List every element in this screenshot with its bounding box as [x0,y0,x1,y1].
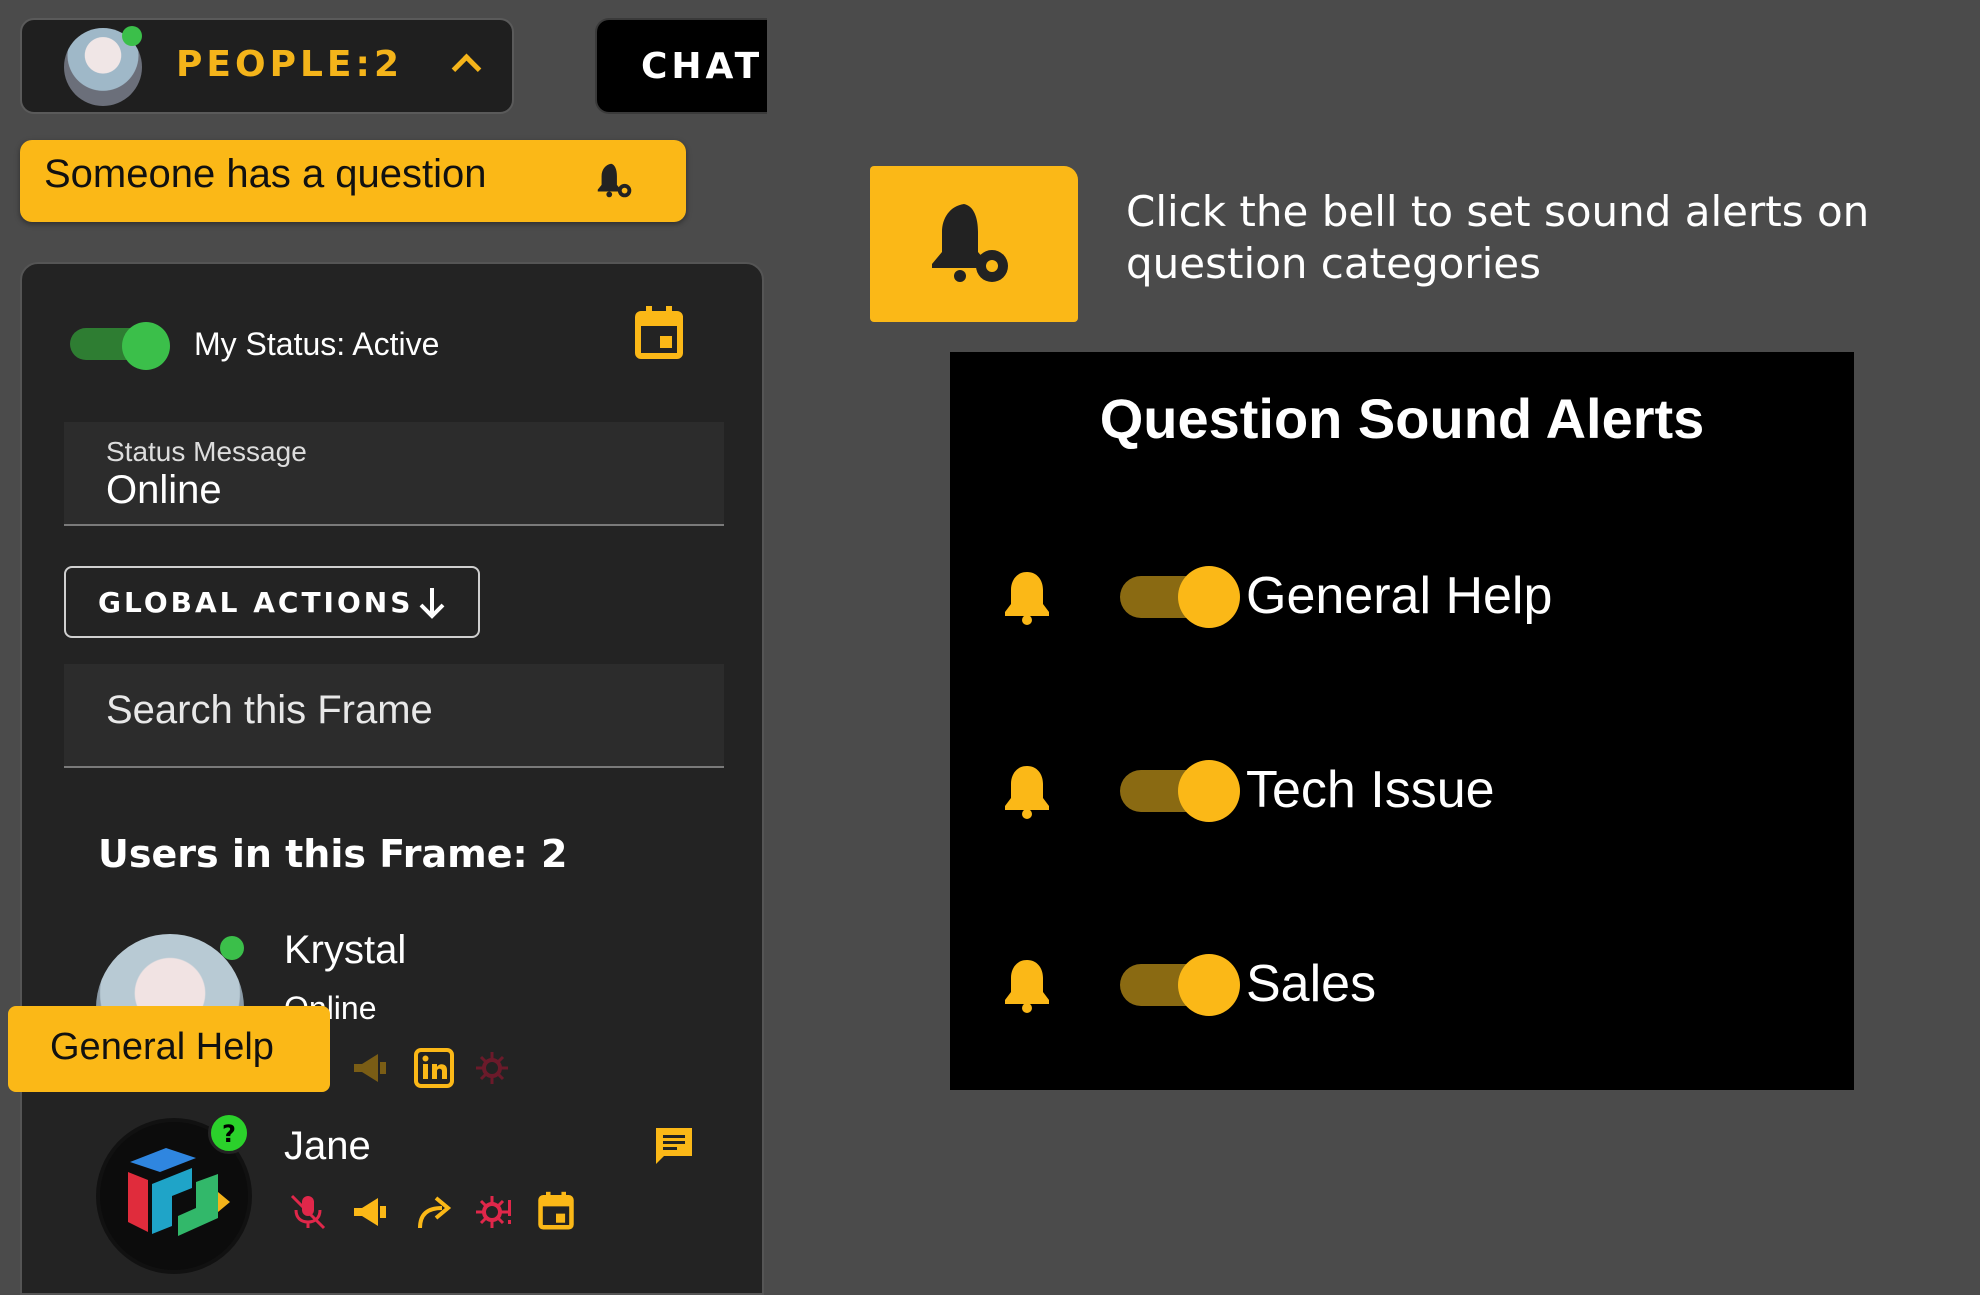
alert-toggle[interactable] [1120,566,1240,628]
question-badge: ? [208,1112,250,1154]
toggle-knob [1178,566,1240,628]
virus-icon[interactable] [474,1048,514,1088]
bell-settings-icon[interactable] [592,158,638,204]
chat-label: CHAT [641,46,764,87]
alert-label: Tech Issue [1246,761,1495,819]
status-label: My Status: Active [194,326,440,362]
toggle-knob [122,322,170,370]
status-message-value: Online [106,468,222,512]
question-badge-text: ? [222,1120,236,1148]
online-indicator [122,26,142,46]
user-name[interactable]: Jane [284,1124,371,1169]
search-placeholder: Search this Frame [106,688,433,732]
linkedin-icon[interactable] [414,1048,454,1088]
question-alert-banner[interactable]: Someone has a question [20,140,686,222]
alert-label: General Help [1246,567,1553,625]
chat-tab[interactable]: CHAT [595,18,767,114]
mic-off-icon[interactable] [288,1192,328,1232]
bell-icon[interactable] [1002,956,1052,1014]
alerts-title: Question Sound Alerts [1099,387,1705,450]
bell-icon[interactable] [1002,568,1052,626]
people-count: 2 [374,44,400,85]
status-message-label: Status Message [106,436,307,467]
bell-icon[interactable] [1002,762,1052,820]
global-actions-button[interactable]: GLOBAL ACTIONS [64,566,480,638]
alert-toggle[interactable] [1120,954,1240,1016]
chat-icon[interactable] [652,1124,696,1168]
arrow-down-icon [419,588,445,619]
alert-label: Sales [1246,955,1377,1013]
virus-icon[interactable] [474,1192,514,1232]
share-forward-icon[interactable] [414,1192,454,1232]
search-input[interactable]: Search this Frame [64,664,724,768]
question-category-label: General Help [50,1026,274,1068]
status-message-field[interactable]: Status Message Online [64,422,724,526]
alert-row-sales: Sales [950,946,1854,1026]
people-label: PEOPLE: [176,44,374,85]
chevron-up-icon [451,53,482,84]
toggle-knob [1178,954,1240,1016]
question-alert-text: Someone has a question [44,152,487,196]
megaphone-icon[interactable] [350,1048,390,1088]
calendar-icon[interactable] [634,304,684,360]
calendar-icon[interactable] [536,1190,576,1230]
question-category-tag[interactable]: General Help [8,1006,330,1092]
online-indicator [220,936,244,960]
people-panel: My Status: Active Status Message Online … [20,262,764,1295]
alert-row-tech-issue: Tech Issue [950,752,1854,832]
megaphone-icon[interactable] [350,1192,390,1232]
global-actions-label: GLOBAL ACTIONS [98,586,414,619]
bell-settings-button[interactable] [870,166,1078,322]
question-sound-alerts-panel: Question Sound Alerts General Help Tech … [950,352,1854,1090]
people-toggle-button[interactable]: PEOPLE: 2 [20,18,514,114]
alert-row-general-help: General Help [950,558,1854,638]
toggle-knob [1178,760,1240,822]
users-title: Users in this Frame: 2 [98,832,568,876]
bell-settings-icon [932,204,1008,282]
alert-toggle[interactable] [1120,760,1240,822]
user-name[interactable]: Krystal [284,928,406,973]
hint-caption: Click the bell to set sound alerts on qu… [1126,187,1870,288]
status-toggle[interactable] [70,322,170,370]
